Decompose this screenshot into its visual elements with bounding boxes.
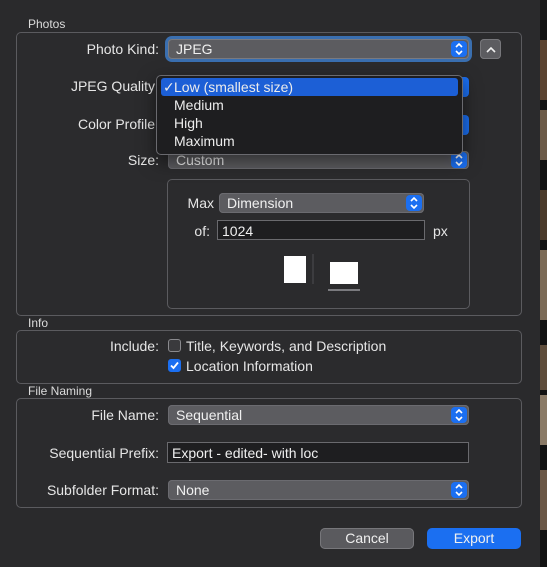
px-unit-label: px — [433, 223, 448, 239]
max-label: Max — [187, 195, 214, 211]
checkmark-icon — [170, 361, 179, 370]
sequential-prefix-label: Sequential Prefix: — [49, 445, 159, 461]
updown-arrows-icon — [406, 195, 422, 211]
collapse-options-button[interactable] — [480, 39, 501, 59]
info-section-title: Info — [28, 316, 49, 330]
cancel-button[interactable]: Cancel — [320, 528, 414, 549]
color-profile-popup-edge[interactable] — [462, 115, 469, 135]
jpeg-quality-popup-edge[interactable] — [462, 77, 469, 97]
landscape-orientation-icon[interactable] — [330, 262, 358, 284]
sequential-prefix-input[interactable]: Export - edited- with loc — [167, 442, 469, 463]
subfolder-format-value: None — [176, 482, 210, 498]
dimension-input[interactable]: 1024 — [217, 220, 425, 240]
max-dimension-popup[interactable]: Dimension — [219, 193, 424, 213]
updown-arrows-icon — [451, 407, 467, 423]
title-keywords-label: Title, Keywords, and Description — [186, 338, 387, 354]
menu-item-label: Low (smallest size) — [174, 79, 294, 95]
title-keywords-checkbox[interactable] — [168, 339, 181, 352]
location-label: Location Information — [186, 358, 313, 374]
photo-kind-label: Photo Kind: — [86, 41, 159, 57]
max-value: Dimension — [227, 195, 294, 211]
of-label: of: — [194, 223, 210, 239]
background-photo-strip — [540, 0, 547, 567]
chevron-up-icon — [485, 41, 496, 57]
menu-item-maximum[interactable]: Maximum — [157, 132, 462, 150]
orientation-divider — [312, 254, 314, 284]
orientation-selected-indicator — [328, 289, 360, 291]
updown-arrows-icon — [451, 482, 467, 498]
file-name-label: File Name: — [91, 407, 159, 423]
photo-kind-value: JPEG — [176, 41, 213, 57]
menu-item-label: High — [174, 115, 203, 131]
portrait-orientation-icon[interactable] — [284, 256, 306, 283]
file-name-value: Sequential — [176, 407, 243, 423]
jpeg-quality-label: JPEG Quality — [70, 78, 155, 94]
file-name-popup[interactable]: Sequential — [168, 405, 469, 425]
menu-item-label: Maximum — [174, 133, 235, 149]
color-profile-label: Color Profile — [77, 116, 155, 132]
location-checkbox[interactable] — [168, 359, 181, 372]
export-button[interactable]: Export — [427, 528, 521, 549]
file-naming-section-title: File Naming — [28, 384, 93, 398]
include-label: Include: — [109, 338, 159, 354]
updown-arrows-icon — [451, 41, 467, 57]
export-dialog: { "photos": { "section_title": "Photos",… — [0, 0, 547, 567]
photo-kind-popup[interactable]: JPEG — [168, 39, 469, 59]
menu-item-medium[interactable]: Medium — [157, 96, 462, 114]
subfolder-format-popup[interactable]: None — [168, 480, 469, 500]
jpeg-quality-menu: ✓ Low (smallest size) Medium High Maximu… — [156, 75, 463, 155]
menu-item-low[interactable]: ✓ Low (smallest size) — [161, 78, 458, 96]
menu-item-label: Medium — [174, 97, 224, 113]
menu-item-high[interactable]: High — [157, 114, 462, 132]
size-label: Size: — [127, 152, 159, 168]
photos-section-title: Photos — [28, 17, 66, 31]
checkmark-icon: ✓ — [163, 79, 175, 95]
subfolder-format-label: Subfolder Format: — [46, 482, 159, 498]
